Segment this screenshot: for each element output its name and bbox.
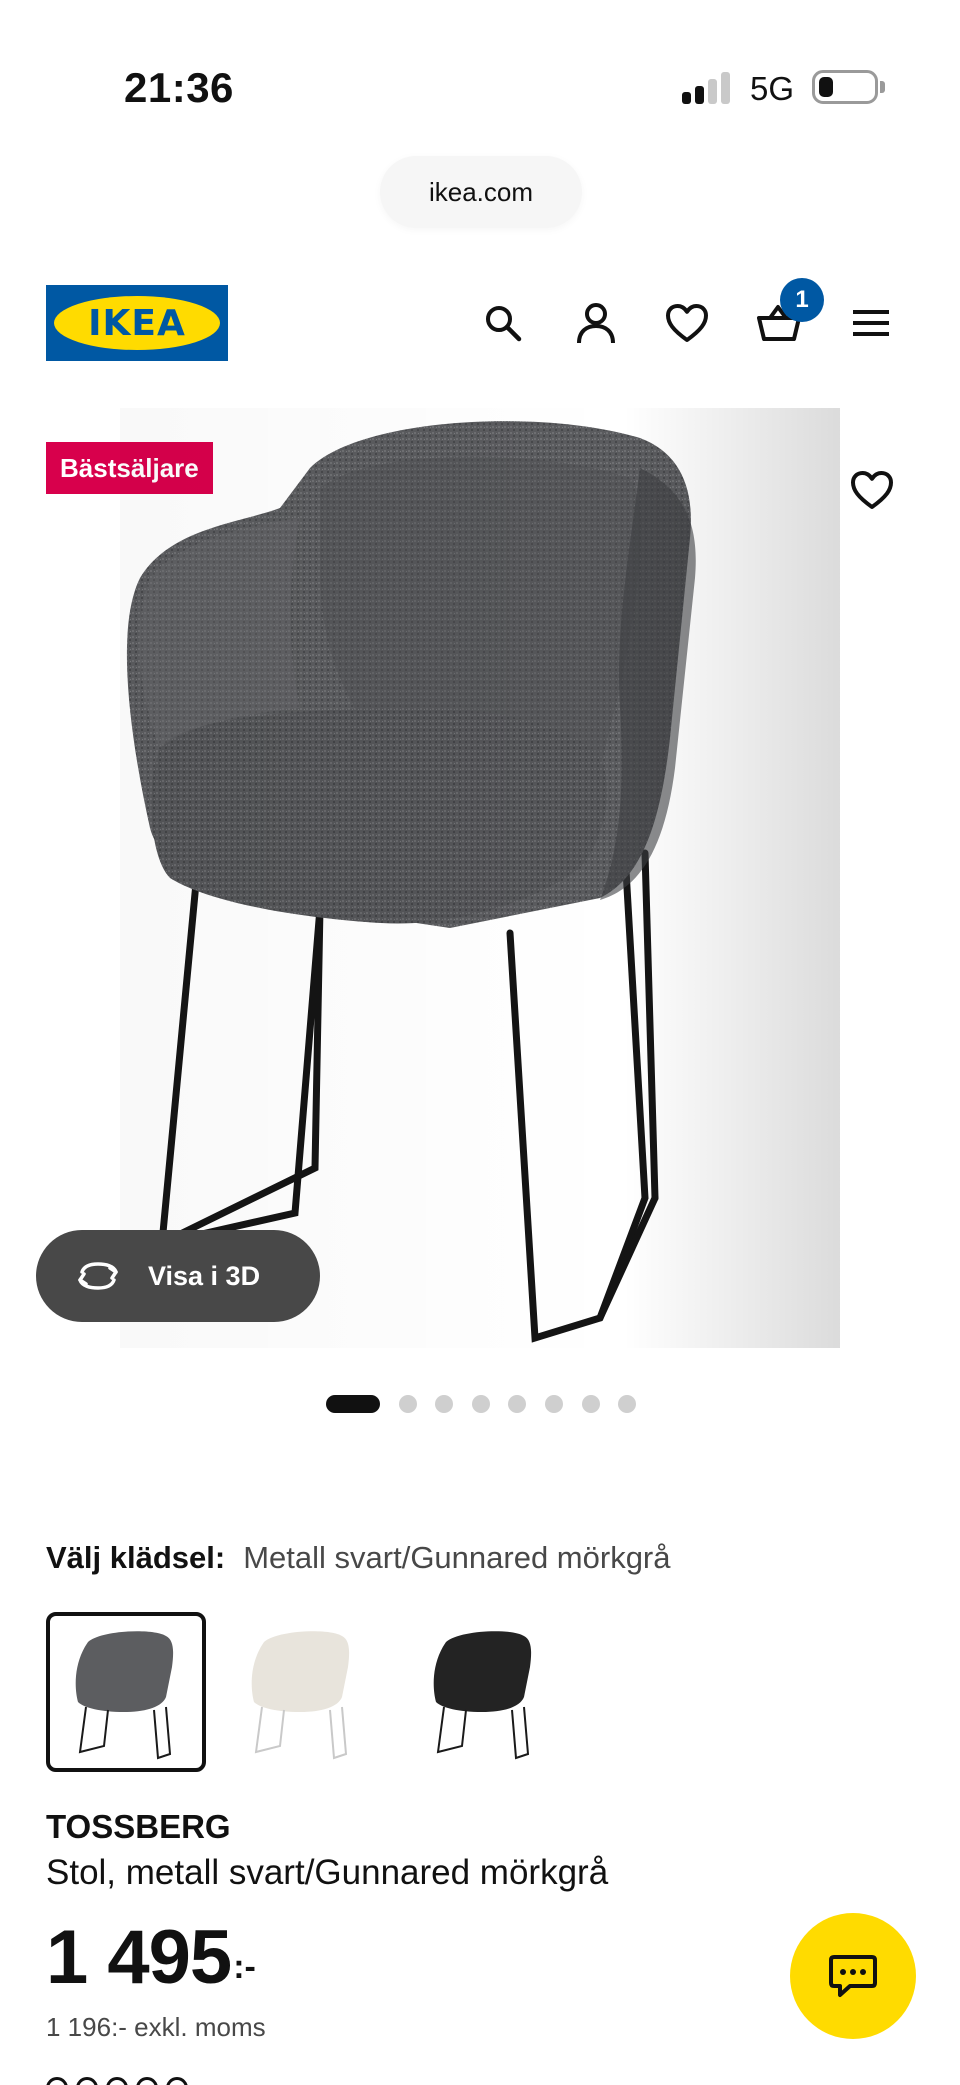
price-value: 1 495 xyxy=(46,1915,232,2000)
logo-ellipse: IKEA xyxy=(54,296,220,350)
menu-icon[interactable] xyxy=(840,292,902,354)
status-time: 21:36 xyxy=(124,64,234,111)
product-name: TOSSBERG xyxy=(46,1808,231,1845)
logo-text: IKEA xyxy=(88,302,186,344)
view-3d-button[interactable]: Visa i 3D xyxy=(36,1230,320,1322)
battery-tip xyxy=(880,81,885,93)
swatch-gunnared-dark-grey[interactable] xyxy=(46,1612,206,1772)
heart-icon[interactable] xyxy=(656,292,718,354)
view-3d-label: Visa i 3D xyxy=(148,1260,261,1291)
product-image[interactable] xyxy=(120,408,840,1348)
swatch-image xyxy=(433,1631,532,1760)
pagination-dot[interactable] xyxy=(435,1395,454,1413)
upholstery-label: Välj klädsel: xyxy=(46,1540,226,1575)
url-text: ikea.com xyxy=(428,176,534,207)
pagination-dot[interactable] xyxy=(398,1395,417,1413)
favorite-button[interactable] xyxy=(838,456,906,524)
profile-icon[interactable] xyxy=(565,292,627,354)
ikea-logo[interactable]: IKEA xyxy=(46,285,228,361)
swatch-light[interactable] xyxy=(222,1612,382,1772)
rotate-3d-icon xyxy=(74,1256,124,1296)
search-icon[interactable] xyxy=(472,292,534,354)
chat-button[interactable] xyxy=(790,1913,916,2039)
chat-icon xyxy=(829,1955,877,1997)
product-description: Stol, metall svart/Gunnared mörkgrå xyxy=(46,1853,609,1892)
swatch-image xyxy=(251,1631,350,1760)
image-pagination[interactable] xyxy=(326,1395,655,1413)
network-label: 5G xyxy=(750,70,795,107)
product-price: 1 495 :- xyxy=(46,1918,256,1998)
upholstery-chooser: Välj klädsel: Metall svart/Gunnared mörk… xyxy=(46,1540,671,1576)
swatch-black[interactable] xyxy=(404,1612,564,1772)
price-excl-vat: 1 196:- exkl. moms xyxy=(46,2012,266,2042)
url-bar[interactable]: ikea.com xyxy=(380,156,582,228)
pagination-dot[interactable] xyxy=(618,1395,637,1413)
pagination-dot[interactable] xyxy=(508,1395,527,1413)
cart-count-badge: 1 xyxy=(780,278,824,322)
signal-icon xyxy=(682,72,734,104)
pagination-dot[interactable] xyxy=(471,1395,490,1413)
swatch-image xyxy=(75,1631,174,1760)
upholstery-value: Metall svart/Gunnared mörkgrå xyxy=(243,1540,671,1575)
rating-stars-partial xyxy=(46,2074,306,2085)
battery-icon xyxy=(812,70,878,104)
status-bar: 21:36 5G xyxy=(0,0,960,140)
heart-icon xyxy=(851,471,893,509)
pagination-dot[interactable] xyxy=(326,1395,380,1413)
pagination-dot[interactable] xyxy=(544,1395,563,1413)
price-suffix: :- xyxy=(233,1948,256,1986)
pagination-dot[interactable] xyxy=(581,1395,600,1413)
